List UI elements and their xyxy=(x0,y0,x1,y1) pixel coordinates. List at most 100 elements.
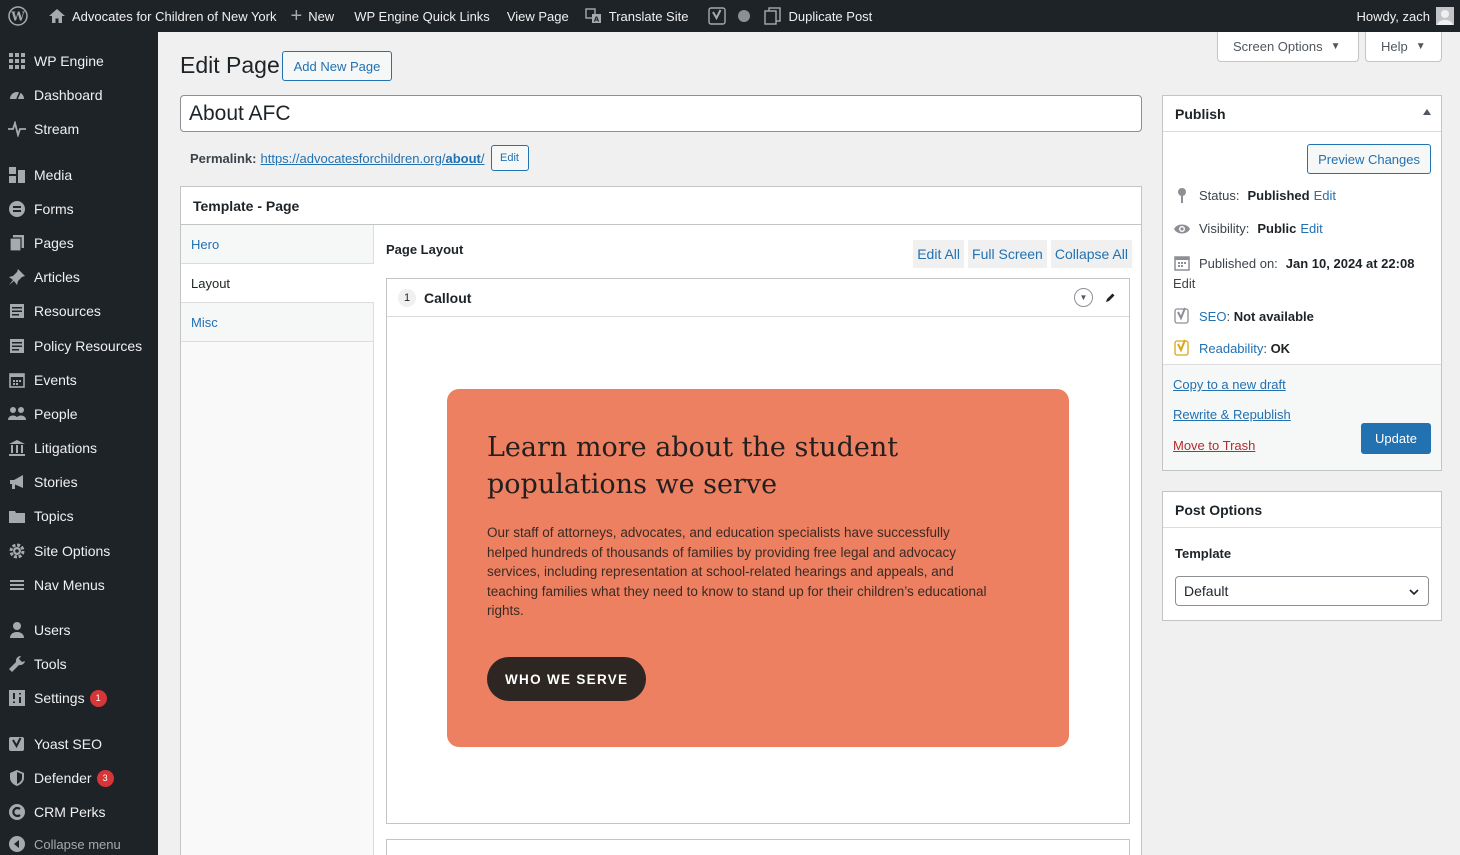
add-new-page-button[interactable]: Add New Page xyxy=(282,51,392,81)
visibility-row: Visibility: Public Edit xyxy=(1173,221,1323,236)
edit-published-date-link[interactable]: Edit xyxy=(1173,276,1195,291)
edit-status-link[interactable]: Edit xyxy=(1314,188,1336,203)
edit-all-button[interactable]: Edit All xyxy=(913,240,965,268)
publish-title[interactable]: Publish xyxy=(1163,96,1441,132)
sidebar-item-pages[interactable]: Pages xyxy=(0,226,158,260)
sidebar-item-forms[interactable]: Forms xyxy=(0,192,158,226)
sidebar-item-nav-menus[interactable]: Nav Menus xyxy=(0,568,158,602)
publish-metabox: Publish Preview Changes Status: Published… xyxy=(1162,95,1442,471)
callout-heading: Learn more about the student populations… xyxy=(487,432,899,500)
new-content-menu[interactable]: + New xyxy=(281,0,343,32)
sidebar-item-settings[interactable]: Settings 1 xyxy=(0,681,158,715)
translate-icon: A xyxy=(585,8,603,24)
megaphone-icon xyxy=(0,473,34,491)
translate-site-link[interactable]: A Translate Site xyxy=(577,0,697,32)
move-to-trash-link[interactable]: Move to Trash xyxy=(1173,438,1255,453)
sidebar-item-yoast-seo[interactable]: Yoast SEO xyxy=(0,727,158,761)
yoast-seo-icon xyxy=(1173,307,1191,325)
chevron-down-icon xyxy=(1408,585,1420,601)
collapse-all-button[interactable]: Collapse All xyxy=(1050,240,1132,268)
post-title-input[interactable]: About AFC xyxy=(180,95,1142,132)
permalink-edit-button[interactable]: Edit xyxy=(490,145,529,171)
sidebar-item-crm-perks[interactable]: CRM Perks xyxy=(0,795,158,829)
copy-to-new-draft-link[interactable]: Copy to a new draft xyxy=(1173,377,1286,392)
collapse-menu-button[interactable]: Collapse menu xyxy=(0,829,158,855)
sidebar-item-label: Tools xyxy=(34,656,67,672)
seo-value: Not available xyxy=(1233,308,1314,324)
template-metabox-title: Template - Page xyxy=(181,187,1141,225)
sidebar-item-events[interactable]: Events xyxy=(0,363,158,397)
help-button[interactable]: Help ▼ xyxy=(1365,32,1442,62)
sidebar-item-media[interactable]: Media xyxy=(0,158,158,192)
seo-link[interactable]: SEO xyxy=(1199,309,1226,324)
sidebar-item-litigations[interactable]: Litigations xyxy=(0,431,158,465)
sidebar-item-dashboard[interactable]: Dashboard xyxy=(0,78,158,112)
template-select[interactable]: Default xyxy=(1175,576,1429,606)
wp-engine-quick-links[interactable]: WP Engine Quick Links xyxy=(342,0,498,32)
sidebar-item-site-options[interactable]: Site Options xyxy=(0,534,158,568)
sidebar-item-topics[interactable]: Topics xyxy=(0,499,158,533)
yoast-icon[interactable] xyxy=(696,0,732,32)
site-name[interactable]: Advocates for Children of New York xyxy=(72,9,277,24)
template-select-value: Default xyxy=(1184,583,1229,599)
menu-icon xyxy=(0,576,34,594)
wordpress-logo-icon[interactable]: W xyxy=(0,0,40,32)
sidebar-item-policy-resources[interactable]: Policy Resources xyxy=(0,329,158,363)
duplicate-post-link[interactable]: Duplicate Post xyxy=(756,0,880,32)
tab-layout[interactable]: Layout xyxy=(181,264,374,303)
sidebar-item-label: Litigations xyxy=(34,440,98,456)
sidebar-item-articles[interactable]: Articles xyxy=(0,260,158,294)
sidebar-item-stories[interactable]: Stories xyxy=(0,465,158,499)
visibility-value: Public xyxy=(1257,221,1297,236)
edit-visibility-link[interactable]: Edit xyxy=(1300,221,1322,236)
sidebar-item-label: People xyxy=(34,406,78,422)
collapse-block-icon[interactable]: ▼ xyxy=(1074,288,1093,307)
sidebar-item-stream[interactable]: Stream xyxy=(0,112,158,146)
collapse-arrow-icon[interactable] xyxy=(1423,109,1431,115)
full-screen-button[interactable]: Full Screen xyxy=(968,240,1047,268)
screen-options-button[interactable]: Screen Options ▼ xyxy=(1217,32,1359,62)
notification-badge: 3 xyxy=(96,769,114,787)
admin-sidebar: WP Engine Dashboard Stream Media Forms P… xyxy=(0,32,158,855)
permalink-end: / xyxy=(480,150,485,166)
callout-body: Our staff of attorneys, advocates, and e… xyxy=(487,525,987,618)
sidebar-item-defender[interactable]: Defender 3 xyxy=(0,761,158,795)
pencil-icon[interactable] xyxy=(1100,288,1119,307)
pages-icon xyxy=(0,234,34,252)
help-label: Help xyxy=(1381,39,1408,54)
block-header[interactable]: 1 Callout ▼ xyxy=(387,279,1129,317)
duplicate-icon xyxy=(764,7,782,25)
post-options-title: Post Options xyxy=(1163,492,1441,528)
view-page-link[interactable]: View Page xyxy=(498,0,577,32)
sidebar-item-people[interactable]: People xyxy=(0,397,158,431)
sidebar-item-label: Yoast SEO xyxy=(34,736,102,752)
grid-icon xyxy=(0,52,34,70)
status-label: Status: xyxy=(1199,187,1240,203)
sidebar-item-tools[interactable]: Tools xyxy=(0,647,158,681)
readability-link[interactable]: Readability xyxy=(1199,341,1263,356)
permalink-url[interactable]: https://advocatesforchildren.org/about/ xyxy=(260,151,484,166)
callout-preview-card: Learn more about the student populations… xyxy=(447,389,1069,747)
sidebar-item-users[interactable]: Users xyxy=(0,613,158,647)
tab-hero[interactable]: Hero xyxy=(181,225,373,264)
sidebar-item-resources[interactable]: Resources xyxy=(0,294,158,328)
tab-misc[interactable]: Misc xyxy=(181,303,373,342)
yoast-readability-icon xyxy=(1173,339,1191,357)
pin-icon xyxy=(1173,187,1191,203)
rewrite-republish-link[interactable]: Rewrite & Republish xyxy=(1173,407,1291,422)
block-controls: ▼ xyxy=(1074,288,1119,307)
home-icon[interactable]: Advocates for Children of New York xyxy=(40,0,281,32)
readability-value: OK xyxy=(1270,340,1291,356)
sidebar-item-label: Users xyxy=(34,622,71,638)
who-we-serve-button[interactable]: WHO WE SERVE xyxy=(487,657,647,701)
preview-changes-button[interactable]: Preview Changes xyxy=(1307,144,1431,174)
yoast-icon xyxy=(0,735,34,753)
admin-bar: W Advocates for Children of New York + N… xyxy=(0,0,1460,32)
sidebar-item-wp-engine[interactable]: WP Engine xyxy=(0,44,158,78)
visibility-label: Visibility: xyxy=(1199,221,1250,236)
layout-block-next xyxy=(386,839,1130,855)
sidebar-item-label: Topics xyxy=(34,508,74,524)
account-menu[interactable]: Howdy, zach xyxy=(1349,0,1460,32)
notification-badge: 1 xyxy=(89,689,107,707)
update-button[interactable]: Update xyxy=(1361,423,1431,454)
